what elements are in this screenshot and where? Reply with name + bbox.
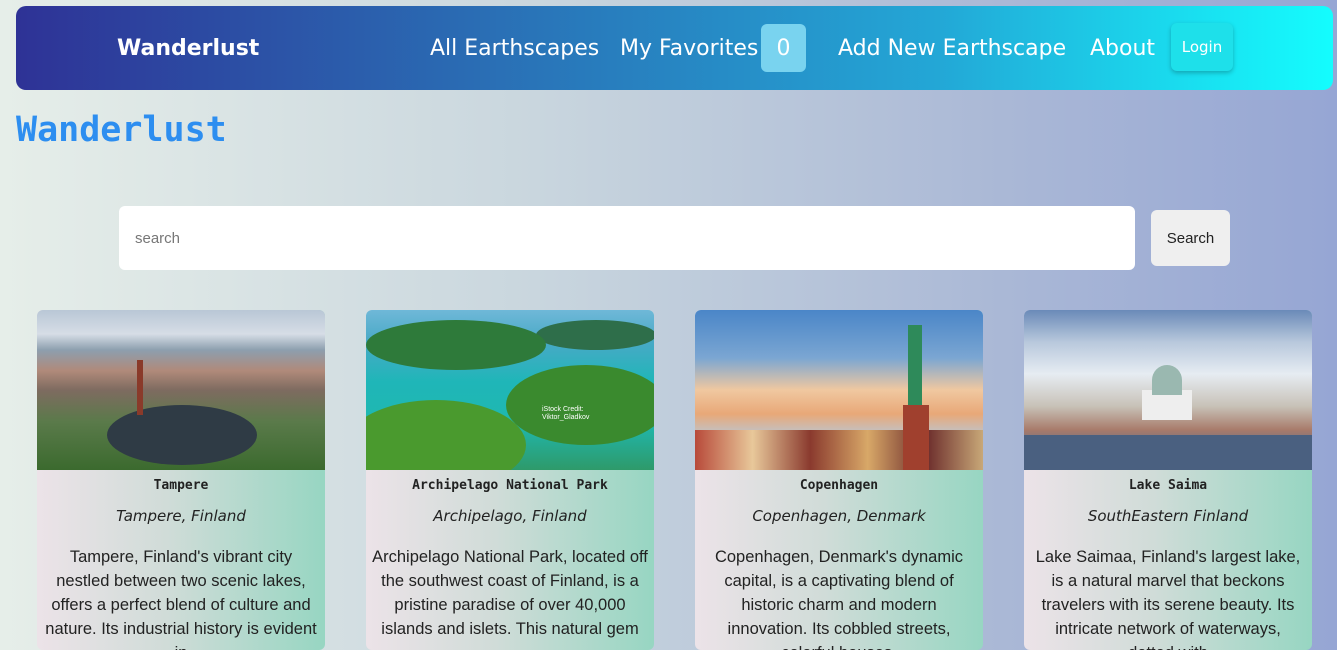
navbar: Wanderlust All Earthscapes My Favorites …: [16, 6, 1333, 90]
earthscape-card-tampere[interactable]: Tampere Tampere, Finland Tampere, Finlan…: [37, 310, 325, 650]
card-location: Copenhagen, Denmark: [752, 507, 926, 525]
favorites-count-badge[interactable]: 0: [761, 24, 806, 72]
card-description: Copenhagen, Denmark's dynamic capital, i…: [714, 548, 964, 650]
page-title: Wanderlust: [16, 110, 227, 150]
card-title: Lake Saima: [1128, 478, 1208, 493]
card-image: [1024, 310, 1312, 470]
nav-about[interactable]: About: [1090, 36, 1155, 61]
card-location: Tampere, Finland: [116, 507, 246, 525]
card-image: [37, 310, 325, 470]
card-title: Archipelago National Park: [412, 478, 608, 493]
nav-all-earthscapes[interactable]: All Earthscapes: [430, 36, 599, 61]
nav-add-earthscape[interactable]: Add New Earthscape: [838, 36, 1066, 61]
login-button[interactable]: Login: [1171, 23, 1233, 71]
nav-my-favorites[interactable]: My Favorites: [620, 36, 758, 61]
card-title: Tampere: [153, 478, 209, 493]
earthscape-card-lake-saima[interactable]: Lake Saima SouthEastern Finland Lake Sai…: [1024, 310, 1312, 650]
earthscape-card-archipelago[interactable]: iStock Credit: Viktor_Gladkov Archipelag…: [366, 310, 654, 650]
card-image: [695, 310, 983, 470]
card-description: Archipelago National Park, located off t…: [372, 548, 648, 638]
search-input[interactable]: [119, 206, 1135, 270]
card-title: Copenhagen: [799, 478, 879, 493]
image-watermark: iStock Credit: Viktor_Gladkov: [542, 406, 590, 421]
card-location: SouthEastern Finland: [1087, 507, 1249, 525]
card-location: Archipelago, Finland: [433, 507, 587, 525]
card-description: Tampere, Finland's vibrant city nestled …: [45, 548, 317, 650]
card-description: Lake Saimaa, Finland's largest lake, is …: [1035, 548, 1301, 650]
brand-link[interactable]: Wanderlust: [117, 36, 259, 61]
earthscape-card-copenhagen[interactable]: Copenhagen Copenhagen, Denmark Copenhage…: [695, 310, 983, 650]
card-image: iStock Credit: Viktor_Gladkov: [366, 310, 654, 470]
search-button[interactable]: Search: [1151, 210, 1230, 266]
